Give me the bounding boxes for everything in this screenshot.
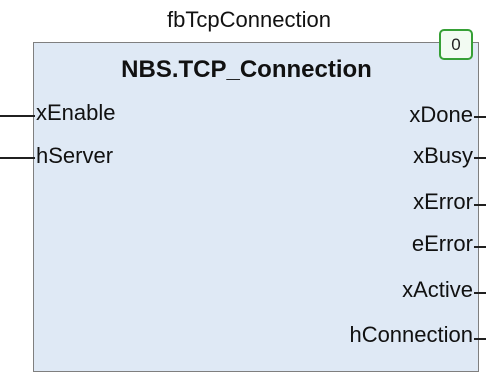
output-pin-hconnection[interactable]: hConnection [349,321,473,349]
instance-name[interactable]: fbTcpConnection [0,6,503,34]
output-pin-xerror[interactable]: xError [413,188,473,216]
output-connector-line[interactable] [474,204,486,206]
output-pin-xdone[interactable]: xDone [409,101,473,129]
output-connector-line[interactable] [474,116,486,118]
output-pin-xactive[interactable]: xActive [402,276,473,304]
output-connector-line[interactable] [474,246,486,248]
output-connector-line[interactable] [474,292,486,294]
output-pin-xbusy[interactable]: xBusy [413,142,473,170]
input-connector-line[interactable] [0,115,35,117]
input-pin-xenable[interactable]: xEnable [36,99,116,127]
output-pin-eerror[interactable]: eError [412,230,473,258]
output-connector-line[interactable] [474,157,486,159]
input-pin-hserver[interactable]: hServer [36,142,113,170]
output-connector-line[interactable] [474,338,486,340]
execution-order-badge[interactable]: 0 [439,29,473,60]
input-connector-line[interactable] [0,157,35,159]
block-type-name: NBS.TCP_Connection [121,56,372,83]
